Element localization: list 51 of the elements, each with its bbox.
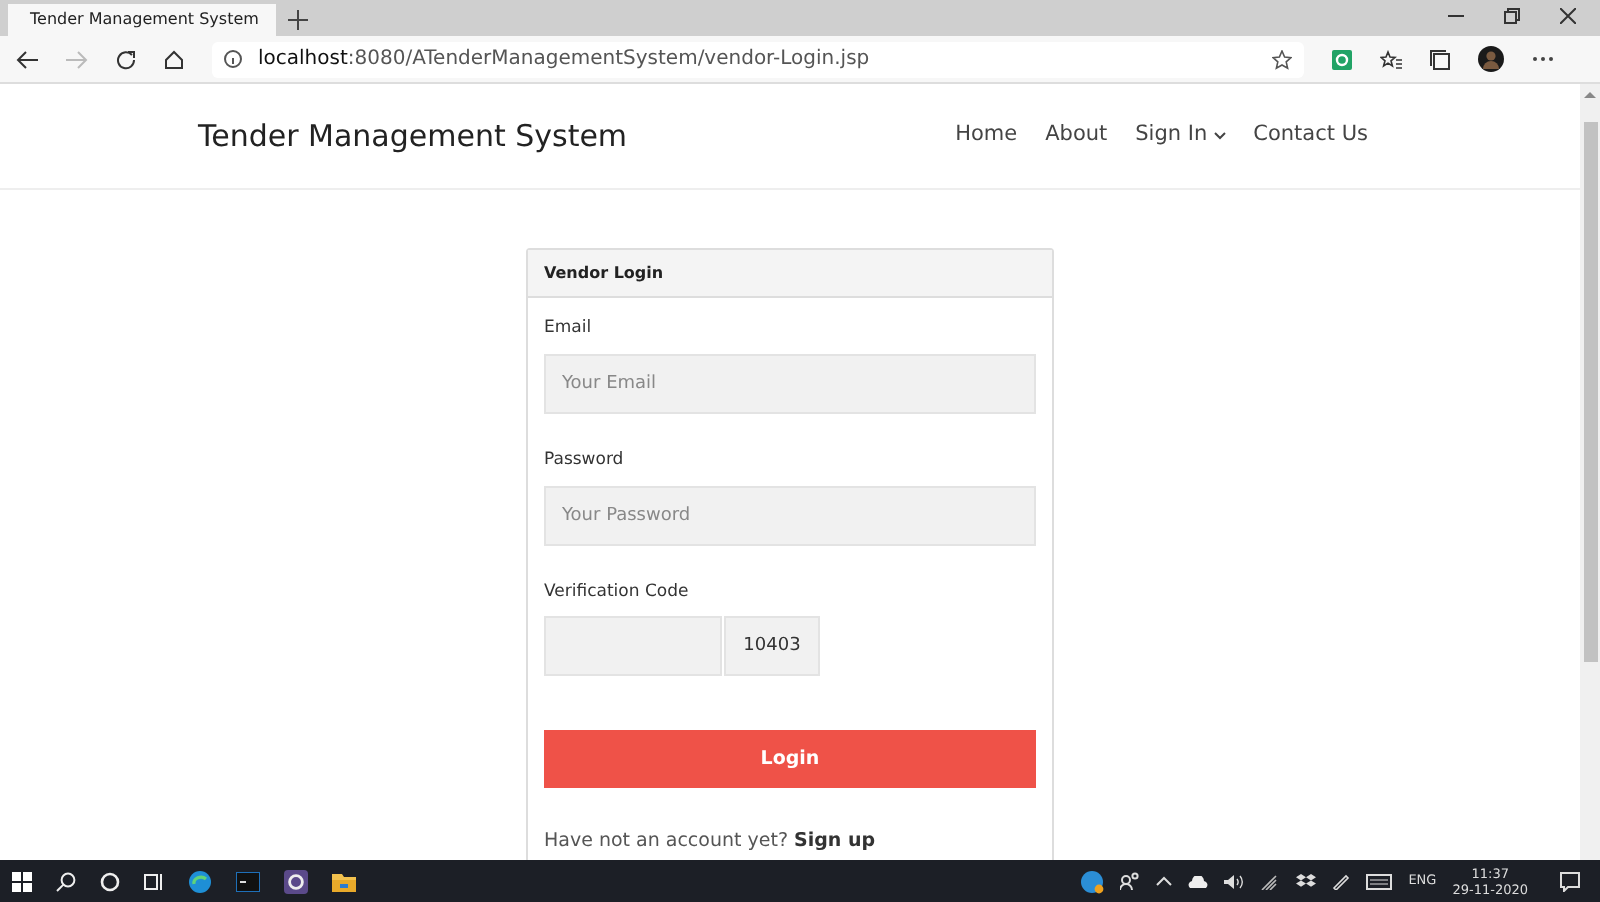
cloud-icon[interactable]	[1188, 875, 1209, 887]
windows-icon[interactable]	[12, 871, 32, 891]
circle-icon[interactable]	[100, 871, 120, 891]
search-icon[interactable]	[56, 871, 76, 891]
signup-prompt: Have not an account yet? Sign up	[544, 828, 878, 857]
input-field[interactable]: Your Password	[544, 485, 1036, 545]
restore-icon[interactable]	[1504, 7, 1520, 23]
browser-icon[interactable]	[188, 869, 212, 893]
favorites-icon[interactable]	[1380, 49, 1402, 69]
folder-icon[interactable]	[332, 871, 356, 891]
nav-link[interactable]: Contact Us	[1253, 120, 1368, 152]
nav-dropdown[interactable]: Sign In	[1135, 120, 1226, 152]
card-title: Vendor Login	[528, 250, 1052, 298]
site-title: Tender Management System	[198, 115, 628, 158]
scrollbar[interactable]	[1580, 84, 1600, 860]
home-icon[interactable]	[164, 49, 184, 69]
volume-icon[interactable]	[1224, 873, 1245, 889]
nav-link[interactable]: Home	[955, 120, 1018, 152]
scroll-up-icon[interactable]	[1584, 90, 1596, 98]
input-field[interactable]: Your Email	[544, 353, 1036, 414]
keyboard-icon[interactable]	[1366, 873, 1393, 889]
field-label: Email	[544, 316, 594, 342]
extension-icon[interactable]	[1332, 49, 1352, 69]
field-label: Verification Code	[544, 579, 691, 605]
address-bar[interactable]: localhost:8080/ATenderManagementSystem/vendor-Login.jsp	[212, 41, 1304, 77]
browser-tab[interactable]: Tender Management System	[8, 4, 276, 36]
login-button[interactable]: Login	[544, 730, 1036, 789]
tab-title: Tender Management System	[30, 8, 259, 32]
more-icon[interactable]	[1532, 56, 1554, 62]
star-icon[interactable]	[1272, 49, 1292, 69]
input-field[interactable]	[544, 616, 722, 677]
people-icon[interactable]	[1120, 872, 1141, 890]
signup-link[interactable]: Sign up	[794, 830, 876, 853]
verification-code: 10403	[724, 616, 820, 677]
field-label: Password	[544, 447, 626, 473]
new-tab-icon[interactable]	[288, 10, 308, 30]
pen-icon[interactable]	[1332, 872, 1351, 890]
task-view-icon[interactable]	[144, 871, 164, 891]
nav-link[interactable]: About	[1045, 120, 1108, 152]
info-icon	[224, 50, 242, 68]
notification-icon[interactable]	[1560, 871, 1580, 891]
collections-icon[interactable]	[1430, 49, 1450, 69]
terminal-icon[interactable]	[236, 871, 260, 891]
avatar-icon[interactable]	[1478, 46, 1504, 72]
refresh-icon[interactable]	[116, 49, 136, 69]
url-text: localhost:8080/ATenderManagementSystem/vendor-Login.jsp	[258, 46, 870, 74]
chevron-up-icon[interactable]	[1156, 876, 1173, 886]
close-icon[interactable]	[1560, 7, 1576, 23]
caret-icon	[1213, 132, 1226, 140]
scrollbar-thumb[interactable]	[1583, 122, 1597, 662]
back-icon[interactable]	[16, 49, 38, 69]
